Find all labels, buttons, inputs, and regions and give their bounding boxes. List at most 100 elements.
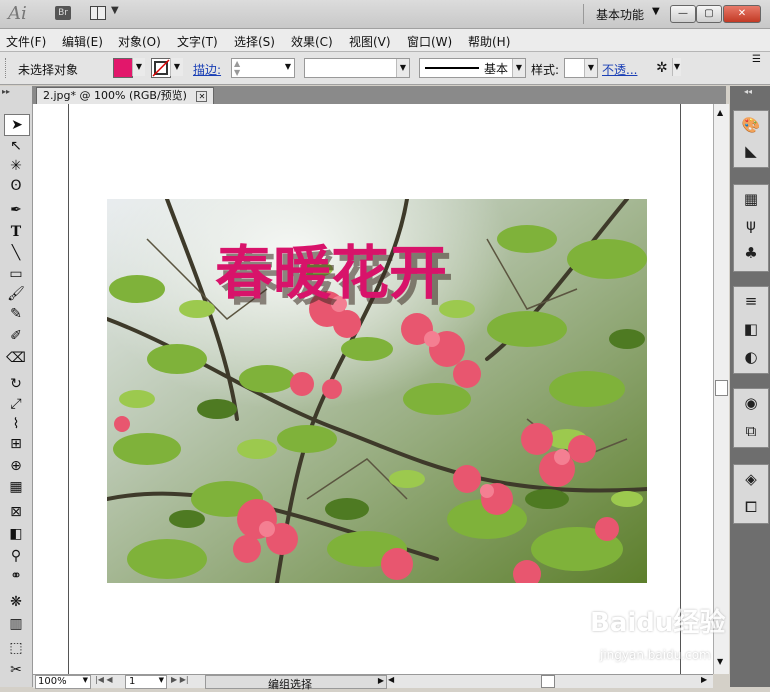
last-page-icon[interactable]: ▶ ▶|	[171, 675, 189, 684]
menu-object[interactable]: 对象(O)	[118, 33, 161, 50]
eraser-tool-icon[interactable]: ⌫	[4, 348, 28, 368]
symbols-panel-icon[interactable]: ♣	[741, 243, 761, 263]
variable-width-profile[interactable]: ▼	[304, 58, 410, 78]
symbol-sprayer-tool-icon[interactable]: ❋	[4, 592, 28, 612]
scroll-right-icon[interactable]: ▶	[701, 675, 707, 684]
vertical-scroll-thumb[interactable]	[715, 380, 728, 396]
magic-wand-tool-icon[interactable]: ✳	[4, 156, 28, 176]
graphic-style-picker[interactable]: ▼	[564, 58, 598, 78]
arrange-documents-icon[interactable]	[90, 6, 106, 20]
horizontal-scroll-thumb[interactable]	[541, 675, 555, 688]
document-tab[interactable]: 2.jpg* @ 100% (RGB/预览) ✕	[36, 87, 215, 104]
scroll-up-icon[interactable]: ▲	[717, 108, 723, 117]
menu-select[interactable]: 选择(S)	[234, 33, 275, 50]
bridge-button[interactable]: Br	[55, 6, 71, 20]
swatches-panel-icon[interactable]: ▦	[741, 189, 761, 209]
panel-menu-icon[interactable]: ☰	[752, 54, 761, 65]
grip-handle[interactable]	[5, 58, 9, 78]
magic-wand-icon[interactable]: ✲	[656, 60, 668, 76]
panel-dock: ◂◂ 🎨 ◣ ▦ ψ ♣ ≡ ◧ ◐ ◉ ⧉ ◈ ⧠	[730, 86, 770, 687]
stroke-profile-label: 基本	[484, 62, 509, 76]
menu-file[interactable]: 文件(F)	[6, 33, 46, 50]
warp-tool-icon[interactable]: ⌇	[4, 414, 28, 434]
free-transform-tool-icon[interactable]: ⊞	[4, 434, 28, 454]
minimize-button[interactable]: —	[670, 5, 696, 23]
pen-tool-icon[interactable]: ✒	[4, 200, 28, 220]
chevron-down-icon[interactable]: ▼	[584, 59, 597, 77]
panel-group-appearance: ◉ ⧉	[733, 388, 769, 448]
type-tool-icon[interactable]: T	[4, 222, 28, 242]
scale-tool-icon[interactable]: ⤢	[4, 394, 28, 414]
chevron-down-icon[interactable]: ▼	[512, 59, 525, 77]
workspace-switcher[interactable]: 基本功能	[596, 6, 644, 23]
column-graph-tool-icon[interactable]: ▥	[4, 614, 28, 634]
gradient-panel-icon[interactable]: ◧	[741, 319, 761, 339]
layers-panel-icon[interactable]: ◈	[741, 469, 761, 489]
rotate-tool-icon[interactable]: ↻	[4, 374, 28, 394]
chevron-right-icon[interactable]: ▶	[378, 676, 384, 685]
menu-help[interactable]: 帮助(H)	[468, 33, 510, 50]
collapse-icon[interactable]: ▸▸	[2, 87, 10, 96]
artboard-right-edge	[680, 104, 681, 674]
chevron-down-icon[interactable]: ▼	[672, 58, 681, 76]
chevron-down-icon[interactable]: ▼	[132, 58, 145, 76]
chevron-down-icon[interactable]: ▼	[159, 676, 164, 684]
paintbrush-tool-icon[interactable]: 🖌	[4, 284, 28, 304]
stroke-panel-icon[interactable]: ≡	[741, 291, 761, 311]
chevron-down-icon[interactable]: ▼	[652, 6, 660, 17]
close-button[interactable]: ✕	[723, 5, 761, 23]
fill-swatch[interactable]	[113, 58, 133, 78]
scroll-left-icon[interactable]: ◀	[388, 675, 394, 684]
eyedropper-tool-icon[interactable]: ⚲	[4, 546, 28, 566]
stroke-line-preview	[425, 67, 479, 69]
menu-type[interactable]: 文字(T)	[177, 33, 218, 50]
status-text: 编组选择	[268, 678, 312, 691]
blob-brush-tool-icon[interactable]: ✐	[4, 326, 28, 346]
menu-edit[interactable]: 编辑(E)	[62, 33, 103, 50]
slice-tool-icon[interactable]: ✂	[4, 660, 28, 680]
brush-definition[interactable]: 基本 ▼	[419, 58, 526, 78]
artboard-left-edge	[68, 104, 69, 674]
vertical-scrollbar[interactable]: ▲ ▼	[713, 104, 729, 674]
gradient-tool-icon[interactable]: ◧	[4, 524, 28, 544]
placed-photo[interactable]: 春暖花开 春暖花开	[107, 199, 647, 583]
spinner-icon[interactable]: ▲ ▼	[234, 59, 240, 77]
maximize-button[interactable]: ▢	[696, 5, 722, 23]
opacity-link[interactable]: 不透...	[602, 61, 637, 78]
close-icon[interactable]: ✕	[196, 91, 208, 102]
chevron-down-icon[interactable]: ▼	[83, 676, 88, 684]
lasso-tool-icon[interactable]: ʘ	[4, 176, 28, 196]
artboard-tool-icon[interactable]: ⬚	[4, 638, 28, 658]
graphic-styles-panel-icon[interactable]: ⧉	[741, 421, 761, 441]
mesh-tool-icon[interactable]: ⊠	[4, 502, 28, 522]
menu-effect[interactable]: 效果(C)	[291, 33, 333, 50]
appearance-panel-icon[interactable]: ◉	[741, 393, 761, 413]
chevron-down-icon[interactable]: ▼	[396, 59, 409, 77]
first-page-icon[interactable]: |◀ ◀	[95, 675, 113, 684]
chevron-down-icon[interactable]: ▼	[285, 62, 291, 71]
selection-tool-icon[interactable]: ➤	[4, 114, 30, 136]
line-tool-icon[interactable]: ╲	[4, 243, 28, 263]
menu-window[interactable]: 窗口(W)	[407, 33, 452, 50]
rectangle-tool-icon[interactable]: ▭	[4, 264, 28, 284]
expand-panels-icon[interactable]: ◂◂	[744, 87, 752, 96]
artboards-panel-icon[interactable]: ⧠	[741, 497, 761, 517]
selection-status: 未选择对象	[18, 63, 79, 77]
stroke-weight-field[interactable]: ▲ ▼ ▼	[231, 58, 295, 78]
panel-group-color: 🎨 ◣	[733, 110, 769, 168]
blend-tool-icon[interactable]: ⚭	[4, 566, 28, 586]
shape-builder-tool-icon[interactable]: ⊕	[4, 456, 28, 476]
direct-selection-tool-icon[interactable]: ↖	[4, 136, 28, 156]
chevron-down-icon[interactable]: ▼	[170, 58, 183, 76]
perspective-grid-tool-icon[interactable]: ▦	[4, 477, 28, 497]
menu-view[interactable]: 视图(V)	[349, 33, 391, 50]
color-guide-icon[interactable]: ◣	[741, 141, 761, 161]
brushes-panel-icon[interactable]: ψ	[741, 215, 761, 235]
transparency-panel-icon[interactable]: ◐	[741, 347, 761, 367]
pencil-tool-icon[interactable]: ✎	[4, 304, 28, 324]
stroke-swatch[interactable]	[151, 58, 171, 78]
color-panel-icon[interactable]: 🎨	[741, 115, 761, 135]
artwork-title[interactable]: 春暖花开	[215, 239, 447, 307]
chevron-down-icon[interactable]: ▼	[111, 5, 119, 16]
stroke-link[interactable]: 描边:	[193, 61, 221, 78]
